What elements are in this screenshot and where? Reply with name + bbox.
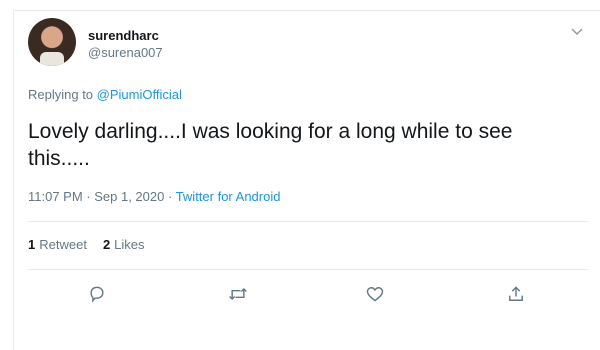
tweet-stats: 1 Retweet 2 Likes — [28, 237, 145, 252]
user-handle[interactable]: @surena007 — [88, 45, 163, 60]
divider — [28, 221, 588, 222]
retweet-icon[interactable] — [226, 282, 250, 306]
replying-prefix: Replying to — [28, 87, 94, 102]
timestamp[interactable]: 11:07 PM · Sep 1, 2020 · — [28, 189, 172, 204]
tweet-text: Lovely darling....I was looking for a lo… — [28, 120, 513, 170]
replying-to: Replying to @PiumiOfficial — [28, 87, 182, 102]
likes-stat[interactable]: 2 Likes — [103, 237, 145, 252]
tweet-source[interactable]: Twitter for Android — [176, 189, 281, 204]
reply-icon[interactable] — [85, 282, 109, 306]
divider — [28, 269, 588, 270]
chevron-down-icon[interactable] — [569, 24, 585, 40]
avatar[interactable] — [28, 18, 76, 66]
tweet-meta: 11:07 PM · Sep 1, 2020 · Twitter for And… — [28, 189, 280, 204]
action-bar — [0, 282, 600, 306]
replying-to-link[interactable]: @PiumiOfficial — [97, 87, 182, 102]
display-name[interactable]: surendharc — [88, 28, 159, 43]
heart-icon[interactable] — [363, 282, 387, 306]
share-icon[interactable] — [504, 282, 528, 306]
retweets-stat[interactable]: 1 Retweet — [28, 237, 87, 252]
